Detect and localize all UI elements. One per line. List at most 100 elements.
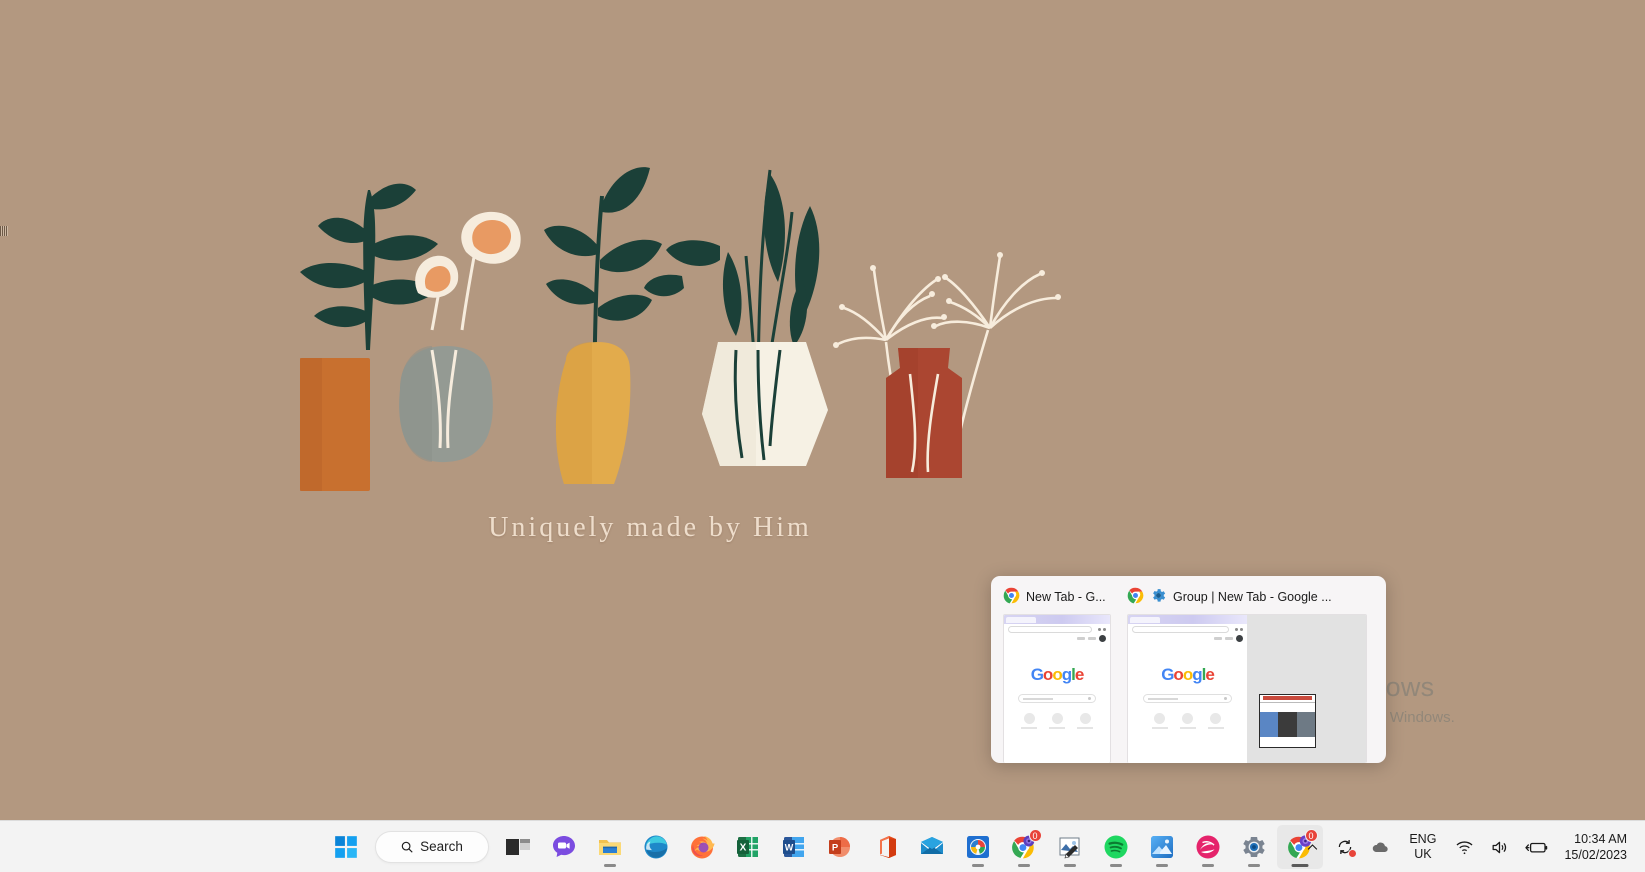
paint-3d-icon: [1196, 835, 1219, 858]
teams-chat-icon: [552, 835, 575, 857]
mini-search-box: [1017, 694, 1097, 703]
mini-bookmark-bar: [1128, 634, 1247, 643]
mail-icon: [920, 836, 943, 854]
network-button[interactable]: [1448, 827, 1481, 867]
file-explorer-button[interactable]: [587, 825, 633, 869]
battery-charging-icon: [1525, 842, 1548, 853]
mini-toolbar-dots: [1229, 627, 1243, 631]
mini-browser-window: Google: [1128, 615, 1247, 763]
thumbnail-body[interactable]: Google: [1127, 614, 1367, 763]
settings-button[interactable]: [1231, 825, 1277, 869]
running-indicator: [1247, 863, 1260, 867]
mini-tab: [1130, 616, 1160, 623]
vase-4-group: [644, 169, 828, 466]
wifi-icon: [1456, 840, 1473, 854]
speaker-icon: [1492, 841, 1507, 853]
clock[interactable]: 10:34 AM 15/02/2023: [1558, 827, 1637, 867]
running-indicator: [1017, 863, 1030, 867]
mini-omnibox: [1004, 624, 1110, 634]
desktop[interactable]: Uniquely made by Him Activate Windows Go…: [0, 0, 1645, 820]
firefox-button[interactable]: [679, 825, 725, 869]
battery-button[interactable]: [1518, 827, 1556, 867]
office-icon: [879, 835, 896, 858]
mini-tab: [1006, 616, 1036, 623]
thumbnail-body[interactable]: Google: [1003, 614, 1111, 763]
mini-tab-strip: [1128, 615, 1247, 624]
snip-sketch-button[interactable]: [1047, 825, 1093, 869]
language-indicator[interactable]: ENG UK: [1399, 827, 1446, 867]
sync-alert-dot: [1348, 849, 1358, 858]
notification-badge: 0: [1028, 828, 1042, 842]
search-input[interactable]: Search: [374, 830, 489, 863]
word-button[interactable]: W: [771, 825, 817, 869]
thumbnail-title: Group | New Tab - Google ...: [1173, 590, 1332, 604]
mini-toolbar-dots: [1092, 627, 1106, 631]
excel-icon: X: [736, 836, 758, 857]
volume-button[interactable]: [1483, 827, 1516, 867]
gear-icon: [1150, 587, 1167, 607]
screen-edge-artifact: [0, 226, 8, 236]
edge-button[interactable]: [633, 825, 679, 869]
word-icon: W: [782, 836, 804, 857]
running-indicator: [1201, 863, 1214, 867]
google-letter: e: [1074, 665, 1085, 684]
mini-google-logo: Google: [1004, 665, 1110, 685]
onedrive-button[interactable]: [1363, 827, 1397, 867]
taskbar[interactable]: Search X W P 0 0 ENG UK 10:34 AM 15/02/2…: [0, 820, 1645, 872]
thumbnail-header: Group | New Tab - Google ...: [1121, 584, 1373, 610]
teams-button[interactable]: [541, 825, 587, 869]
mini-shortcut-row: [1004, 713, 1110, 729]
floating-mini-window[interactable]: [1259, 694, 1316, 748]
paint3d-button[interactable]: [1185, 825, 1231, 869]
mini-google-logo: Google: [1128, 665, 1247, 685]
wallpaper-illustration: [250, 160, 1090, 560]
taskbar-thumbnail-preview[interactable]: New Tab - G... Google Group | New Tab - …: [991, 576, 1386, 763]
chevron-up-icon: [1308, 843, 1318, 850]
microsoft-store-icon: [966, 835, 989, 858]
running-indicator: [1063, 863, 1076, 867]
windows-logo-icon: [334, 835, 357, 858]
search-label: Search: [420, 839, 463, 854]
photos-button[interactable]: [1139, 825, 1185, 869]
mini-shortcut-row: [1128, 713, 1247, 729]
thumbnail-title: New Tab - G...: [1026, 590, 1106, 604]
mini-window-titlebar: [1260, 696, 1315, 703]
mini-bookmark-bar: [1004, 634, 1110, 643]
mini-address-pill: [1008, 625, 1092, 633]
google-letter: G: [1030, 665, 1044, 684]
thumbnail-new-tab[interactable]: New Tab - G... Google: [997, 584, 1117, 763]
show-hidden-icons-button[interactable]: [1298, 827, 1327, 867]
running-indicator: [971, 863, 984, 867]
google-letter: o: [1173, 665, 1183, 684]
thumbnail-header: New Tab - G...: [997, 584, 1117, 610]
spotify-icon: [1104, 835, 1127, 858]
chrome-canary-button[interactable]: 0: [1001, 825, 1047, 869]
svg-text:X: X: [739, 842, 746, 853]
google-letter: g: [1061, 665, 1072, 684]
spotify-button[interactable]: [1093, 825, 1139, 869]
mini-tab-strip: [1004, 615, 1110, 624]
running-indicator: [1155, 863, 1168, 867]
thumbnail-group-new-tab[interactable]: Group | New Tab - Google ... Google: [1121, 584, 1373, 763]
svg-text:W: W: [784, 842, 793, 852]
photos-icon: [1150, 835, 1173, 858]
taskbar-icon-group[interactable]: Search X W P 0 0: [323, 824, 1323, 869]
system-tray[interactable]: ENG UK 10:34 AM 15/02/2023: [1298, 821, 1637, 872]
chrome-icon: [1127, 587, 1144, 607]
mini-address-pill: [1132, 625, 1229, 633]
vase-3-group: [544, 167, 662, 484]
powerpoint-button[interactable]: P: [817, 825, 863, 869]
store-button[interactable]: [955, 825, 1001, 869]
excel-button[interactable]: X: [725, 825, 771, 869]
mail-button[interactable]: [909, 825, 955, 869]
powerpoint-icon: P: [828, 836, 850, 857]
edge-icon: [644, 835, 667, 858]
office-button[interactable]: [863, 825, 909, 869]
clock-time: 10:34 AM: [1574, 832, 1627, 846]
mini-search-box: [1143, 694, 1232, 703]
taskview-button[interactable]: [495, 825, 541, 869]
onedrive-sync-button[interactable]: [1329, 827, 1361, 867]
task-view-icon: [505, 838, 530, 855]
language-line-2: UK: [1414, 847, 1432, 861]
start-button[interactable]: [323, 825, 369, 869]
